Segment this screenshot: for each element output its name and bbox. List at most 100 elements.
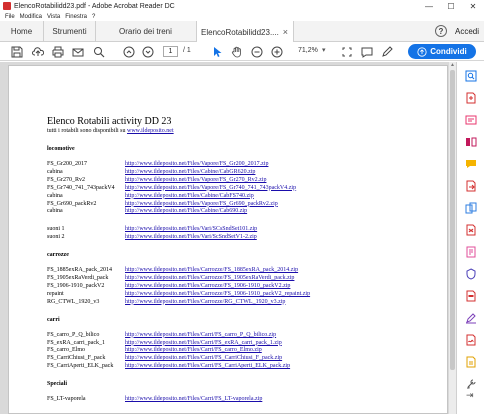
page-total: / 1 xyxy=(183,47,191,54)
print-icon[interactable] xyxy=(51,45,64,58)
close-window-button[interactable]: ✕ xyxy=(462,0,484,12)
page-number-input[interactable]: 1 xyxy=(163,46,178,57)
item-name: FS_CarriChiusi_F_pack xyxy=(47,355,106,362)
item-name: suoni 1 xyxy=(47,226,65,233)
subtitle-link[interactable]: www.ildeposito.net xyxy=(127,128,174,134)
fill-sign-icon[interactable] xyxy=(465,312,477,324)
scan-ocr-icon[interactable] xyxy=(465,356,477,368)
tab-tools[interactable]: Strumenti xyxy=(44,21,96,42)
tab-schedule[interactable]: Orario dei treni xyxy=(96,21,196,42)
download-link[interactable]: http://www.ildeposito.net/Files/Carri/FS… xyxy=(125,347,262,353)
list-item: FS_Gr200_2017 http://www.ildeposito.net/F… xyxy=(47,161,447,168)
list-item: FS_CarriChiusi_F_pack http://www.ildeposi… xyxy=(47,355,447,362)
compress-pdf-icon[interactable] xyxy=(465,224,477,236)
pdf-page: Elenco Rotabili activity DD 23 tutti i r… xyxy=(8,65,448,414)
download-link[interactable]: http://www.ildeposito.net/Files/Vapore/F… xyxy=(125,177,266,183)
subtitle-text: tutti i rotabili sono disponibili su xyxy=(47,128,128,134)
share-icon xyxy=(417,46,427,57)
list-item: cabina http://www.ildeposito.net/Files/Ca… xyxy=(47,169,447,176)
share-button-label: Condividi xyxy=(430,47,467,56)
send-for-signature-icon[interactable] xyxy=(465,334,477,346)
organize-pages-icon[interactable] xyxy=(465,136,477,148)
menu-file[interactable]: File xyxy=(5,14,15,20)
item-name: FS_LT-vaporela xyxy=(47,396,86,403)
scroll-thumb[interactable] xyxy=(450,70,455,370)
document-subtitle: tutti i rotabili sono disponibili su www… xyxy=(47,128,174,134)
item-name: cabina xyxy=(47,168,63,175)
menu-finestra[interactable]: Finestra xyxy=(65,14,87,20)
scroll-up-icon[interactable]: ▲ xyxy=(449,62,456,69)
download-link[interactable]: http://www.ildeposito.net/Files/Vari/SCs… xyxy=(125,226,257,232)
list-item: suoni 2 http://www.ildeposito.net/Files/V… xyxy=(47,234,447,241)
list-item: repaint http://www.ildeposito.net/Files/C… xyxy=(47,291,447,298)
protect-icon[interactable] xyxy=(465,268,477,280)
download-link[interactable]: http://www.ildeposito.net/Files/Carrozze… xyxy=(125,283,290,289)
item-name: cabina xyxy=(47,208,63,215)
search-icon[interactable] xyxy=(92,45,105,58)
download-link[interactable]: http://www.ildeposito.net/Files/Vapore/F… xyxy=(125,185,296,191)
download-link[interactable]: http://www.ildeposito.net/Files/Carrozze… xyxy=(125,299,285,305)
tab-close-icon[interactable]: × xyxy=(283,27,288,37)
upload-cloud-icon[interactable] xyxy=(31,45,44,58)
zoom-in-icon[interactable] xyxy=(270,45,283,58)
item-name: FS_carro_P_Q_bilico xyxy=(47,331,100,338)
download-link[interactable]: http://www.ildeposito.net/Files/Carri/FS… xyxy=(125,396,262,402)
more-tools-icon[interactable] xyxy=(465,378,477,390)
combine-files-icon[interactable] xyxy=(465,202,477,214)
download-link[interactable]: http://www.ildeposito.net/Files/Vapore/F… xyxy=(125,201,278,207)
download-link[interactable]: http://www.ildeposito.net/Files/Carri/FS… xyxy=(125,355,282,361)
download-link[interactable]: http://www.ildeposito.net/Files/Cabine/C… xyxy=(125,193,254,199)
share-button[interactable]: Condividi xyxy=(408,44,476,59)
hand-tool-icon[interactable] xyxy=(230,45,243,58)
item-name: suoni 2 xyxy=(47,234,65,241)
save-icon[interactable] xyxy=(10,45,23,58)
mail-icon[interactable] xyxy=(71,45,84,58)
zoom-out-icon[interactable] xyxy=(250,45,263,58)
prepare-form-icon[interactable] xyxy=(465,246,477,258)
download-link[interactable]: http://www.ildeposito.net/Files/Carrozze… xyxy=(125,275,294,281)
item-name: FS_exRA_carri_pack_1 xyxy=(47,339,105,346)
item-name: RG_CTWL_1920_v3 xyxy=(47,298,100,305)
tab-document[interactable]: ElencoRotabilidd23.... × xyxy=(196,21,294,43)
redact-icon[interactable] xyxy=(465,290,477,302)
download-link[interactable]: http://www.ildeposito.net/Files/Carri/FS… xyxy=(125,340,282,346)
search-zoom-icon[interactable] xyxy=(465,70,477,82)
item-name: FS_Gr690_packRv2 xyxy=(47,200,97,207)
tab-bar: Home Strumenti Orario dei treni ElencoRo… xyxy=(0,21,484,43)
menu-help[interactable]: ? xyxy=(92,14,95,20)
download-link[interactable]: http://www.ildeposito.net/Files/Vapore/F… xyxy=(125,161,268,167)
collapse-panel-icon[interactable]: ⇥ xyxy=(466,390,474,401)
comment-tool-icon[interactable] xyxy=(465,158,477,170)
download-link[interactable]: http://www.ildeposito.net/Files/Carrozze… xyxy=(125,267,298,273)
maximize-button[interactable]: ☐ xyxy=(440,0,462,12)
previous-page-icon[interactable] xyxy=(122,45,135,58)
download-link[interactable]: http://www.ildeposito.net/Files/Cabine/C… xyxy=(125,208,247,214)
list-item: FS_carro_P_Q_bilico http://www.ildeposito… xyxy=(47,332,447,339)
comment-icon[interactable] xyxy=(360,45,373,58)
download-link[interactable]: http://www.ildeposito.net/Files/Vari/ScS… xyxy=(125,234,257,240)
next-page-icon[interactable] xyxy=(141,45,154,58)
download-link[interactable]: http://www.ildeposito.net/Files/Carri/FS… xyxy=(125,363,290,369)
document-viewer[interactable]: Elenco Rotabili activity DD 23 tutti i r… xyxy=(0,62,456,414)
export-pdf-icon[interactable] xyxy=(465,180,477,192)
minimize-button[interactable]: — xyxy=(418,0,440,12)
window-controls: — ☐ ✕ xyxy=(418,0,484,12)
download-link[interactable]: http://www.ildeposito.net/Files/Carri/FS… xyxy=(125,332,276,338)
chevron-down-icon[interactable]: ▾ xyxy=(322,46,326,54)
edit-pdf-icon[interactable] xyxy=(465,114,477,126)
signin-button[interactable]: Accedi xyxy=(455,27,479,36)
download-link[interactable]: http://www.ildeposito.net/Files/Cabine/C… xyxy=(125,169,255,175)
highlight-pen-icon[interactable] xyxy=(380,45,393,58)
fit-page-icon[interactable] xyxy=(340,45,353,58)
help-icon[interactable]: ? xyxy=(434,25,447,37)
zoom-level[interactable]: 71,2% xyxy=(298,47,318,54)
vertical-scrollbar[interactable]: ▲ xyxy=(449,62,456,414)
download-link[interactable]: http://www.ildeposito.net/Files/Carrozze… xyxy=(125,291,310,297)
tab-home[interactable]: Home xyxy=(0,21,44,42)
menu-vista[interactable]: Vista xyxy=(47,14,60,20)
list-item: FS_Gr690_packRv2 http://www.ildeposito.ne… xyxy=(47,201,447,208)
window-title: ElencoRotabilidd23.pdf - Adobe Acrobat R… xyxy=(14,2,175,10)
menu-modifica[interactable]: Modifica xyxy=(20,14,42,20)
create-pdf-icon[interactable] xyxy=(465,92,477,104)
select-cursor-icon[interactable] xyxy=(210,45,223,58)
